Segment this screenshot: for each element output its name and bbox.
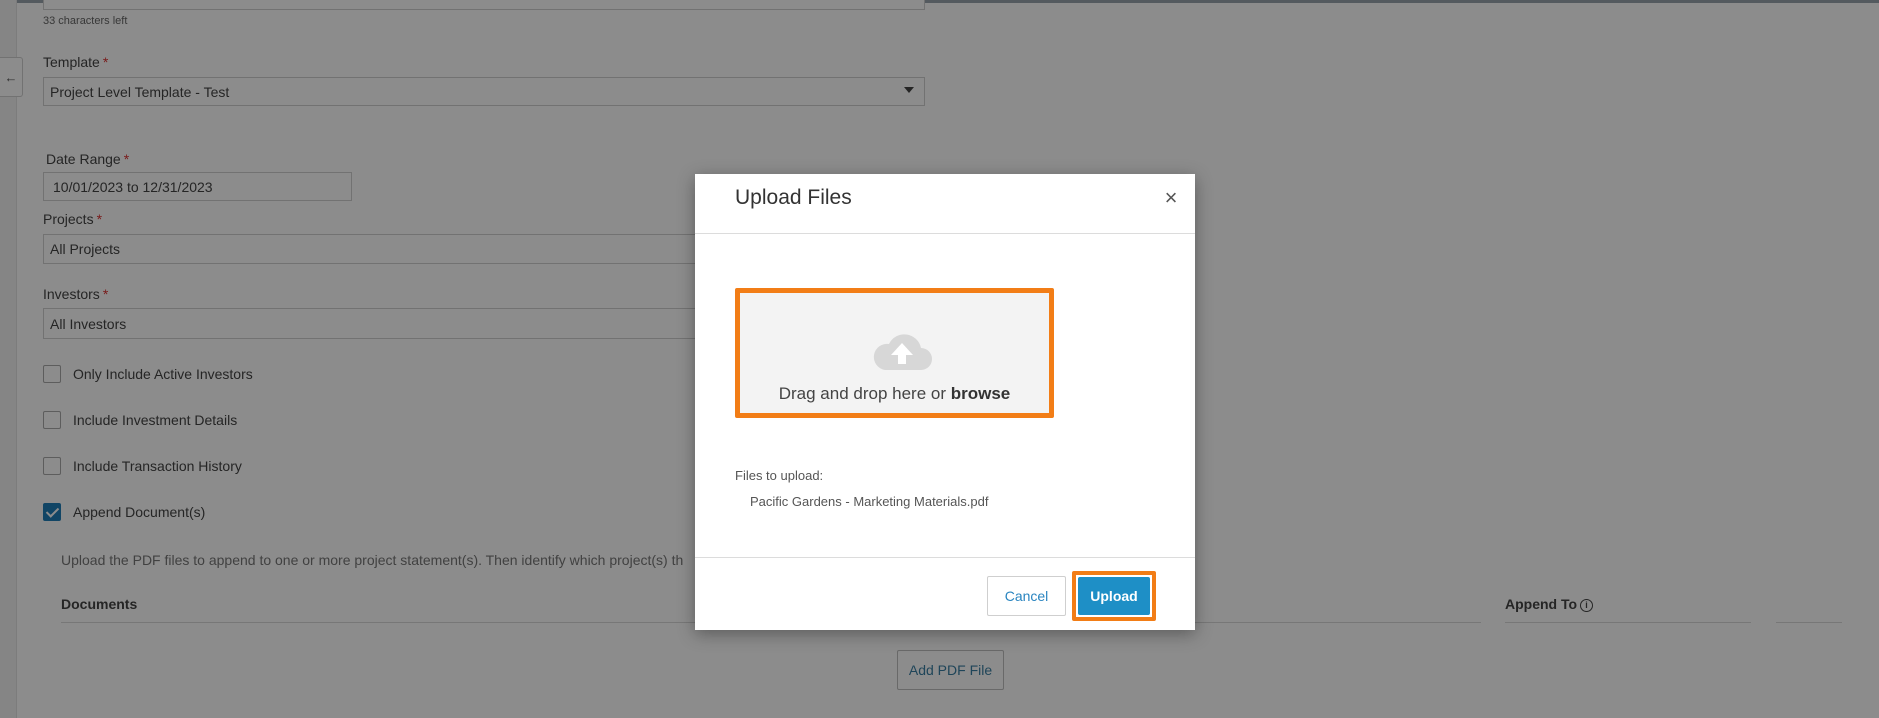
modal-footer: Cancel Upload (695, 557, 1195, 631)
browse-link[interactable]: browse (951, 384, 1011, 403)
file-dropzone[interactable]: Drag and drop here or browse (735, 288, 1054, 418)
upload-files-dialog: Upload Files × Drag and drop here or bro… (695, 174, 1195, 630)
upload-button-highlight: Upload (1072, 571, 1156, 621)
modal-header: Upload Files × (695, 174, 1195, 234)
dropzone-text: Drag and drop here or browse (778, 384, 1011, 403)
modal-title: Upload Files (735, 186, 852, 209)
upload-button[interactable]: Upload (1078, 577, 1150, 615)
close-icon[interactable]: × (1161, 187, 1181, 209)
files-to-upload-label: Files to upload: (735, 468, 824, 483)
cancel-button[interactable]: Cancel (987, 576, 1066, 616)
file-list-item: Pacific Gardens - Marketing Materials.pd… (750, 494, 989, 509)
cloud-upload-icon (873, 334, 932, 370)
